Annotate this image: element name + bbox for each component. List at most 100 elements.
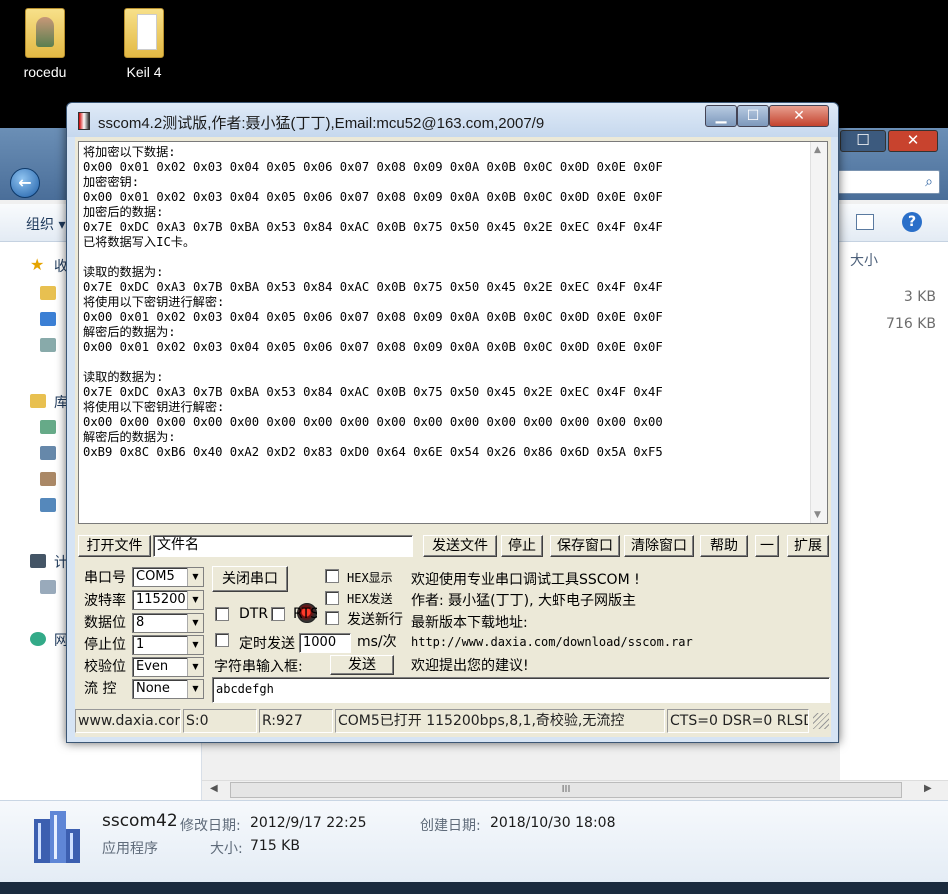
receive-line: 0x7E 0xDC 0xA3 0x7B 0xBA 0x53 0x84 0xAC … xyxy=(83,220,663,234)
interval-input[interactable]: 1000 xyxy=(299,633,351,653)
file-list: 大小 3 KB 716 KB xyxy=(840,242,948,790)
string-input[interactable]: abcdefgh xyxy=(212,677,830,703)
receive-line: 已将数据写入IC卡。 xyxy=(83,235,196,249)
status-lines: CTS=0 DSR=0 RLSD=0 xyxy=(667,709,809,733)
stopbits-value: 1 xyxy=(136,637,145,652)
vertical-scrollbar[interactable]: ▲ ▼ xyxy=(810,142,827,523)
flow-value: None xyxy=(136,681,170,696)
filename-input[interactable]: 文件名 xyxy=(153,535,413,557)
receive-line: 将使用以下密钥进行解密: xyxy=(83,400,225,414)
open-file-button[interactable]: 打开文件 xyxy=(78,535,151,557)
send-button[interactable]: 发送 xyxy=(330,655,394,675)
column-header-size[interactable]: 大小 xyxy=(850,250,878,270)
databits-select[interactable]: 8 ▼ xyxy=(132,613,204,633)
chevron-down-icon: ▼ xyxy=(187,680,203,698)
hex-display-label: HEX显示 xyxy=(347,571,393,585)
collapse-button[interactable]: 一 xyxy=(755,535,779,557)
resize-grip-icon[interactable] xyxy=(813,713,829,729)
library-icon xyxy=(30,394,46,408)
file-size-cell: 3 KB xyxy=(903,289,936,305)
port-label: 串口号 xyxy=(84,570,126,586)
close-button[interactable]: ✕ xyxy=(769,105,829,127)
recent-icon xyxy=(40,338,56,352)
status-site[interactable]: www.daxia.com xyxy=(75,709,181,733)
organize-menu[interactable]: 组织 ▾ xyxy=(26,214,65,234)
port-select[interactable]: COM5 ▼ xyxy=(132,567,204,587)
rts-checkbox[interactable] xyxy=(271,607,285,621)
scroll-thumb[interactable]: III xyxy=(230,782,902,798)
hex-send-checkbox[interactable] xyxy=(325,591,339,605)
parity-label: 校验位 xyxy=(84,659,126,675)
details-type: 应用程序 xyxy=(102,841,158,857)
receive-line xyxy=(83,250,663,265)
stopbits-label: 停止位 xyxy=(84,637,126,653)
info-welcome: 欢迎使用专业串口调试工具SSCOM ! xyxy=(411,572,640,588)
user-folder-icon xyxy=(25,8,65,58)
desktop-icon xyxy=(40,312,56,326)
input-label: 字符串输入框: xyxy=(214,659,303,675)
save-window-button[interactable]: 保存窗口 xyxy=(550,535,620,557)
details-modified-label: 修改日期: xyxy=(180,818,241,834)
info-suggestion: 欢迎提出您的建议! xyxy=(411,658,529,674)
scroll-left-icon[interactable]: ◀ xyxy=(210,783,218,794)
parity-select[interactable]: Even ▼ xyxy=(132,657,204,677)
desktop-icon-rocedu[interactable]: rocedu xyxy=(5,8,85,80)
info-download-link[interactable]: http://www.daxia.com/download/sscom.rar xyxy=(411,635,693,649)
expand-button[interactable]: 扩展 xyxy=(787,535,829,557)
details-file-name: sscom42 xyxy=(102,811,178,831)
back-arrow-icon[interactable]: ← xyxy=(10,168,40,198)
close-button[interactable]: ✕ xyxy=(888,130,938,152)
help-button[interactable]: 帮助 xyxy=(700,535,748,557)
hex-display-checkbox[interactable] xyxy=(325,569,339,583)
stop-button[interactable]: 停止 xyxy=(501,535,543,557)
receive-line: 0x00 0x01 0x02 0x03 0x04 0x05 0x06 0x07 … xyxy=(83,340,663,354)
desktop-icon-label: Keil 4 xyxy=(126,64,162,80)
scroll-right-icon[interactable]: ▶ xyxy=(924,783,932,794)
sscom-client: 将加密以下数据: 0x00 0x01 0x02 0x03 0x04 0x05 0x… xyxy=(75,137,831,737)
desktop-icon-keil4[interactable]: Keil 4 xyxy=(104,8,184,80)
scroll-up-icon[interactable]: ▲ xyxy=(814,145,821,155)
status-received: R:927 xyxy=(259,709,333,733)
stopbits-select[interactable]: 1 ▼ xyxy=(132,635,204,655)
timed-send-checkbox[interactable] xyxy=(215,633,229,647)
receive-text: 将加密以下数据: 0x00 0x01 0x02 0x03 0x04 0x05 0x… xyxy=(83,145,663,460)
send-newline-checkbox[interactable] xyxy=(325,611,339,625)
help-icon[interactable]: ? xyxy=(902,212,922,232)
videos-icon xyxy=(40,498,56,512)
interval-unit-label: ms/次 xyxy=(357,634,397,650)
details-created-label: 创建日期: xyxy=(420,818,481,834)
details-size-label: 大小: xyxy=(210,841,243,857)
clear-window-button[interactable]: 清除窗口 xyxy=(624,535,694,557)
chevron-down-icon: ▼ xyxy=(187,591,203,609)
pictures-icon xyxy=(40,472,56,486)
close-port-button[interactable]: 关闭串口 xyxy=(212,566,288,592)
dtr-checkbox[interactable] xyxy=(215,607,229,621)
receive-line: 加密密钥: xyxy=(83,175,140,189)
send-file-button[interactable]: 发送文件 xyxy=(423,535,497,557)
minimize-button[interactable]: ▁ xyxy=(705,105,737,127)
receive-line: 0x00 0x01 0x02 0x03 0x04 0x05 0x06 0x07 … xyxy=(83,160,663,174)
port-value: COM5 xyxy=(136,569,175,584)
flow-select[interactable]: None ▼ xyxy=(132,679,204,699)
receive-line: 解密后的数据为: xyxy=(83,430,176,444)
maximize-button[interactable]: ☐ xyxy=(840,130,886,152)
receive-line: 读取的数据为: xyxy=(83,265,164,279)
folder-icon xyxy=(124,8,164,58)
sscom-app-icon xyxy=(34,811,80,863)
maximize-button[interactable]: ☐ xyxy=(737,105,769,127)
search-icon[interactable]: ⌕ xyxy=(830,170,940,194)
receive-line: 解密后的数据为: xyxy=(83,325,176,339)
receive-line: 0x00 0x01 0x02 0x03 0x04 0x05 0x06 0x07 … xyxy=(83,310,663,324)
details-modified-value: 2012/9/17 22:25 xyxy=(250,815,367,831)
baud-value: 115200 xyxy=(136,592,186,607)
scroll-down-icon[interactable]: ▼ xyxy=(814,510,821,520)
receive-area[interactable]: 将加密以下数据: 0x00 0x01 0x02 0x03 0x04 0x05 0x… xyxy=(78,141,828,524)
file-size-cell: 716 KB xyxy=(886,316,936,332)
horizontal-scrollbar[interactable]: ◀ III ▶ xyxy=(202,780,948,800)
sscom-titlebar[interactable]: sscom4.2测试版,作者:聂小猛(丁丁),Email:mcu52@163.c… xyxy=(67,103,838,137)
window-title: sscom4.2测试版,作者:聂小猛(丁丁),Email:mcu52@163.c… xyxy=(98,115,545,132)
baud-select[interactable]: 115200 ▼ xyxy=(132,590,204,610)
receive-line: 0xB9 0x8C 0xB6 0x40 0xA2 0xD2 0x83 0xD0 … xyxy=(83,445,663,459)
preview-pane-icon[interactable] xyxy=(856,214,874,230)
desktop-icon-label: rocedu xyxy=(23,64,67,80)
